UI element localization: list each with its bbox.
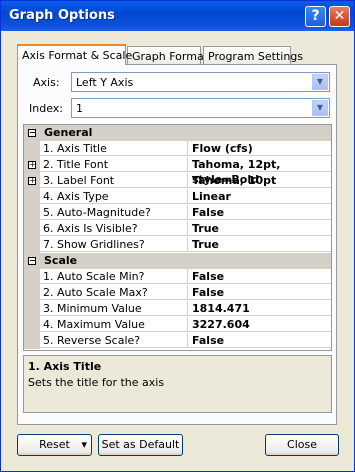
window-close-button[interactable]: ✕ xyxy=(329,6,350,27)
graph-options-dialog: Graph Options ? ✕ Axis Format & Scale Gr… xyxy=(0,0,355,472)
collapse-icon[interactable]: − xyxy=(28,257,36,265)
tab-axis-format-scale[interactable]: Axis Format & Scale xyxy=(17,44,132,65)
property-name: 5. Auto-Magnitude? xyxy=(40,205,188,220)
reset-label: Reset xyxy=(39,438,70,451)
category-scale[interactable]: − Scale xyxy=(24,253,331,269)
property-name: 1. Axis Title xyxy=(40,141,188,156)
index-select-value: 1 xyxy=(76,102,83,115)
axis-label: Axis: xyxy=(33,76,60,89)
property-row[interactable]: + 2. Title Font Tahoma, 12pt, style=Bold xyxy=(24,157,331,186)
property-row[interactable]: 4. Axis Type Linear xyxy=(24,189,331,205)
property-name: 2. Title Font xyxy=(40,157,188,172)
property-row[interactable]: 6. Axis Is Visible? True xyxy=(24,221,331,237)
property-value[interactable]: False xyxy=(188,205,331,220)
chevron-down-icon: ▾ xyxy=(81,438,87,451)
property-name: 5. Reverse Scale? xyxy=(40,333,188,348)
property-row[interactable]: 2. Auto Scale Max? False xyxy=(24,285,331,301)
property-value[interactable]: False xyxy=(188,269,331,284)
property-grid: − General 1. Axis Title Flow (cfs) + 2. … xyxy=(23,124,332,351)
property-name: 4. Axis Type xyxy=(40,189,188,204)
index-label: Index: xyxy=(29,102,63,115)
property-row[interactable]: 3. Minimum Value 1814.471 xyxy=(24,301,331,317)
property-name: 7. Show Gridlines? xyxy=(40,237,188,252)
property-row[interactable]: 5. Auto-Magnitude? False xyxy=(24,205,331,221)
row-gutter xyxy=(24,285,40,301)
property-value[interactable]: 1814.471 xyxy=(188,301,331,316)
property-value[interactable]: Flow (cfs) xyxy=(188,141,331,156)
reset-button[interactable]: Reset ▾ xyxy=(17,434,92,456)
property-name: 3. Label Font xyxy=(40,173,188,188)
property-row[interactable]: 1. Axis Title Flow (cfs) xyxy=(24,141,331,157)
description-text: Sets the title for the axis xyxy=(28,376,165,389)
row-gutter xyxy=(24,237,40,253)
close-button[interactable]: Close xyxy=(265,434,339,456)
expand-icon[interactable]: + xyxy=(28,177,36,185)
property-description: 1. Axis Title Sets the title for the axi… xyxy=(23,355,332,413)
row-gutter xyxy=(24,189,40,205)
index-select[interactable]: 1 ▼ xyxy=(71,98,330,118)
property-name: 3. Minimum Value xyxy=(40,301,188,316)
tab-program-settings[interactable]: Program Settings xyxy=(203,46,303,64)
property-row[interactable]: 5. Reverse Scale? False xyxy=(24,333,331,349)
row-gutter xyxy=(24,301,40,317)
row-gutter: + xyxy=(24,157,40,173)
property-row[interactable]: 1. Auto Scale Min? False xyxy=(24,269,331,285)
property-row[interactable]: + 3. Label Font Tahoma, 10pt xyxy=(24,173,331,189)
category-general[interactable]: − General xyxy=(24,125,331,141)
close-icon: ✕ xyxy=(333,8,346,24)
expand-icon[interactable]: + xyxy=(28,161,36,169)
row-gutter xyxy=(24,205,40,221)
property-value[interactable]: True xyxy=(188,237,331,252)
property-value[interactable]: True xyxy=(188,221,331,236)
property-value[interactable]: Tahoma, 12pt, style=Bold xyxy=(188,157,331,186)
chevron-down-icon[interactable]: ▼ xyxy=(312,100,328,116)
axis-select-value: Left Y Axis xyxy=(76,76,134,89)
property-value[interactable]: False xyxy=(188,333,331,348)
collapse-icon[interactable]: − xyxy=(28,129,36,137)
property-name: 6. Axis Is Visible? xyxy=(40,221,188,236)
axis-select[interactable]: Left Y Axis ▼ xyxy=(71,72,330,92)
chevron-down-icon[interactable]: ▼ xyxy=(312,74,328,90)
property-row[interactable]: 4. Maximum Value 3227.604 xyxy=(24,317,331,333)
category-title: Scale xyxy=(44,254,78,267)
row-gutter xyxy=(24,269,40,285)
row-gutter: + xyxy=(24,173,40,189)
title-bar[interactable]: Graph Options ? ✕ xyxy=(1,1,354,31)
property-value[interactable]: Tahoma, 10pt xyxy=(188,173,331,188)
property-name: 4. Maximum Value xyxy=(40,317,188,332)
category-title: General xyxy=(44,126,93,139)
property-value[interactable]: False xyxy=(188,285,331,300)
set-as-default-button[interactable]: Set as Default xyxy=(98,434,183,456)
property-name: 2. Auto Scale Max? xyxy=(40,285,188,300)
row-gutter xyxy=(24,333,40,349)
tab-graph-format[interactable]: Graph Format xyxy=(127,46,208,64)
property-row[interactable]: 7. Show Gridlines? True xyxy=(24,237,331,253)
help-button[interactable]: ? xyxy=(305,6,326,27)
help-icon: ? xyxy=(311,8,320,24)
window-title: Graph Options xyxy=(9,8,115,23)
row-gutter xyxy=(24,141,40,157)
property-name: 1. Auto Scale Min? xyxy=(40,269,188,284)
row-gutter xyxy=(24,221,40,237)
property-value[interactable]: 3227.604 xyxy=(188,317,331,332)
property-value[interactable]: Linear xyxy=(188,189,331,204)
row-gutter xyxy=(24,317,40,333)
description-title: 1. Axis Title xyxy=(28,360,102,373)
